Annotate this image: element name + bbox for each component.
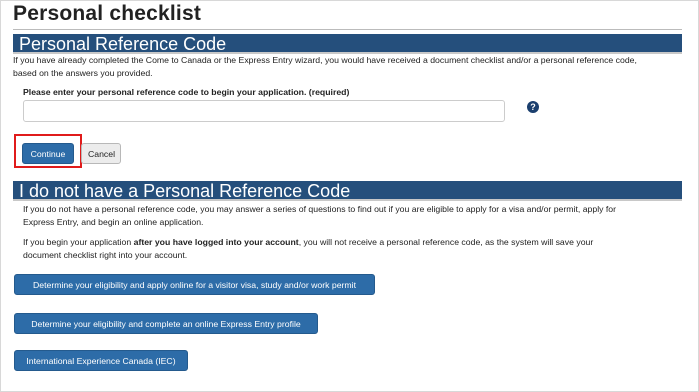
- help-icon[interactable]: ?: [527, 101, 539, 113]
- no-code-para1-line-1: If you do not have a personal reference …: [23, 204, 617, 214]
- reference-code-label: Please enter your personal reference cod…: [23, 87, 350, 97]
- reference-intro-line-1: If you have already completed the Come t…: [13, 55, 637, 65]
- no-code-para2-line-1: If you begin your application after you …: [23, 236, 593, 249]
- visitor-study-work-eligibility-button[interactable]: Determine your eligibility and apply onl…: [14, 274, 375, 295]
- reference-code-input[interactable]: [23, 100, 505, 122]
- page-title: Personal checklist: [13, 2, 202, 25]
- section-banner-reference-code: Personal Reference Code: [13, 34, 682, 54]
- reference-intro-line-2: based on the answers you provided.: [13, 68, 153, 78]
- no-code-para2-bold: after you have logged into your account: [133, 237, 299, 247]
- cancel-button[interactable]: Cancel: [81, 143, 121, 164]
- continue-button[interactable]: Continue: [22, 143, 74, 164]
- no-code-para2-post: , you will not receive a personal refere…: [298, 237, 594, 247]
- section-banner-no-reference-code: I do not have a Personal Reference Code: [13, 181, 682, 201]
- no-code-para1-line-2: Express Entry, and begin an online appli…: [23, 217, 204, 227]
- no-code-para2-pre: If you begin your application: [23, 237, 134, 247]
- title-divider: [13, 29, 682, 30]
- express-entry-eligibility-button[interactable]: Determine your eligibility and complete …: [14, 313, 318, 334]
- iec-button[interactable]: International Experience Canada (IEC): [14, 350, 188, 371]
- no-code-para2-line-2: document checklist right into your accou…: [23, 250, 188, 260]
